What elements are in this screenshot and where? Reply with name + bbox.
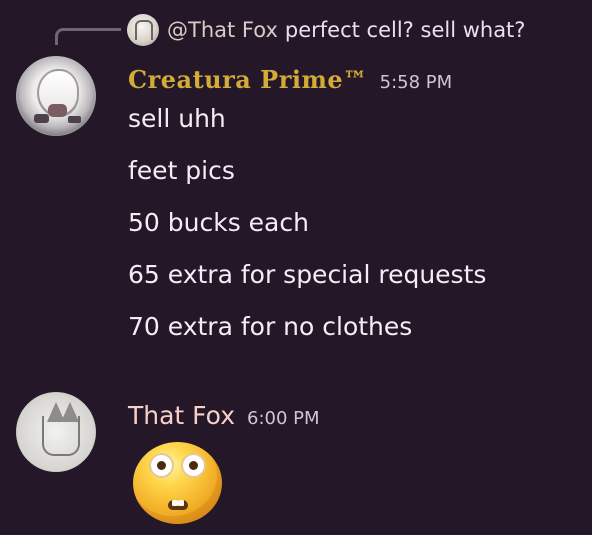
- avatar-icon[interactable]: [16, 56, 96, 136]
- flushed-face-emoji-icon[interactable]: [133, 442, 222, 524]
- message-line: 65 extra for special requests: [128, 260, 487, 289]
- message-line: sell uhh: [128, 104, 226, 133]
- reply-text: perfect cell? sell what?: [284, 18, 526, 42]
- fox-head-icon: [42, 416, 80, 456]
- message-header: That Fox 6:00 PM: [128, 401, 320, 430]
- mouth-icon: [168, 500, 188, 510]
- message-item: That Fox 6:00 PM: [0, 392, 592, 532]
- pupil-icon: [189, 461, 198, 470]
- reply-avatar-icon: [127, 14, 159, 46]
- message-line: feet pics: [128, 156, 235, 185]
- message-header: Creatura Prime™ 5:58 PM: [128, 65, 452, 94]
- reply-preview[interactable]: @That Fox perfect cell? sell what?: [127, 14, 525, 46]
- reply-author[interactable]: @That Fox: [167, 18, 278, 42]
- author-name[interactable]: Creatura Prime™: [128, 65, 368, 94]
- tooth-icon: [178, 500, 184, 506]
- reply-connector: [55, 28, 121, 45]
- avatar-icon[interactable]: [16, 392, 96, 472]
- message-line: 50 bucks each: [128, 208, 309, 237]
- eye-icon: [181, 453, 206, 478]
- message-timestamp: 5:58 PM: [379, 72, 453, 93]
- message-line: 70 extra for no clothes: [128, 312, 413, 341]
- message-content: sell uhh feet pics 50 bucks each 65 extr…: [128, 103, 486, 342]
- eye-icon: [149, 453, 174, 478]
- message-item: Creatura Prime™ 5:58 PM sell uhh feet pi…: [0, 56, 592, 356]
- pupil-icon: [157, 461, 166, 470]
- author-name[interactable]: That Fox: [128, 401, 235, 430]
- message-timestamp: 6:00 PM: [247, 408, 320, 429]
